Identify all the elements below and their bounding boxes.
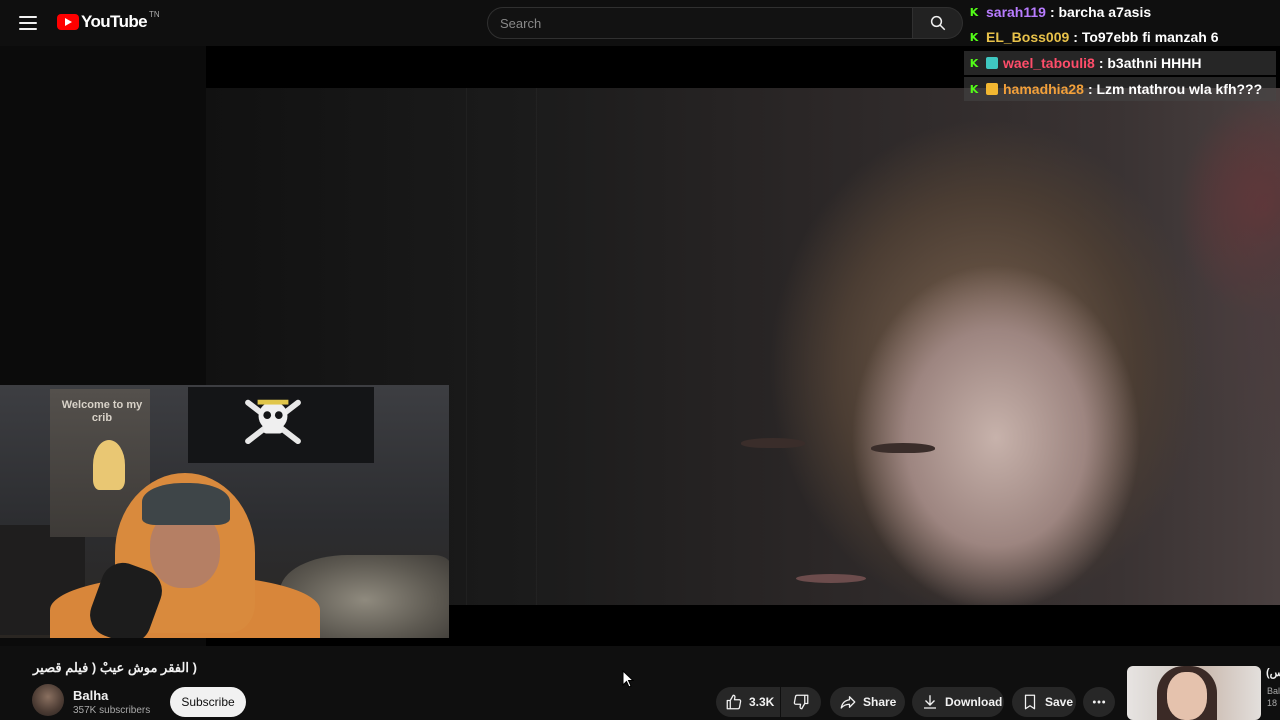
- channel-name[interactable]: Balha: [73, 688, 108, 703]
- poster-text: Welcome to my crib: [61, 399, 143, 424]
- chat-username: wael_tabouli8: [1003, 55, 1095, 71]
- video-mouth: [796, 574, 866, 583]
- search-icon: [930, 15, 945, 31]
- download-icon: [924, 695, 936, 709]
- crown-badge-icon: [986, 83, 998, 95]
- kick-badge-icon: K: [969, 5, 979, 19]
- logo-country-code: TN: [149, 9, 160, 19]
- logo-text: YouTube: [81, 12, 148, 31]
- download-label: Download: [945, 695, 1003, 709]
- video-eye-right: [871, 443, 935, 453]
- subscriber-count: 357K subscribers: [73, 705, 151, 716]
- chat-username: hamadhia28: [1003, 81, 1084, 97]
- video-details: ( الفقر موش عيبْ ( فيلم قصير Balha 357K …: [0, 646, 1280, 720]
- hamburger-menu-icon[interactable]: [16, 11, 40, 35]
- kick-badge-icon: K: [969, 56, 979, 70]
- channel-avatar[interactable]: [32, 684, 64, 716]
- chat-text: : Lzm ntathrou wla kfh???: [1087, 81, 1263, 97]
- chat-message: K wael_tabouli8 : b3athni HHHH: [964, 51, 1276, 75]
- streamer-webcam: Welcome to my crib: [0, 385, 449, 638]
- video-title: ( الفقر موش عيبْ ( فيلم قصير: [33, 660, 197, 675]
- recommended-video-thumbnail[interactable]: [1127, 666, 1261, 720]
- video-player[interactable]: Welcome to my crib: [0, 46, 1280, 646]
- search-button[interactable]: [913, 7, 963, 39]
- kick-badge-icon: K: [969, 82, 979, 96]
- share-icon: [840, 696, 856, 709]
- dislike-button[interactable]: [781, 687, 821, 717]
- youtube-play-icon: [57, 14, 79, 30]
- like-button[interactable]: 3.3K: [716, 687, 780, 717]
- chat-text: : To97ebb fi manzah 6: [1073, 29, 1219, 45]
- chat-overlay: K sarah119 : barcha a7asis K EL_Boss009 …: [964, 0, 1276, 103]
- sub-badge-icon: [986, 57, 998, 69]
- download-button[interactable]: Download: [912, 687, 1004, 717]
- save-button[interactable]: Save: [1012, 687, 1076, 717]
- video-eye-left: [741, 438, 805, 448]
- recommended-video-meta: Bal 18: [1267, 685, 1280, 709]
- chat-text: : barcha a7asis: [1049, 4, 1152, 20]
- bookmark-icon: [1024, 694, 1036, 710]
- skull-icon: [245, 399, 301, 445]
- streamer-beanie: [142, 483, 230, 525]
- chat-username: EL_Boss009: [986, 29, 1070, 45]
- share-button[interactable]: Share: [830, 687, 905, 717]
- chat-message: K EL_Boss009 : To97ebb fi manzah 6: [964, 25, 1219, 49]
- recommended-video-title[interactable]: (بنس: [1266, 666, 1280, 679]
- share-label: Share: [863, 695, 897, 709]
- chat-username: sarah119: [986, 4, 1046, 20]
- thumbs-up-icon: [726, 694, 742, 710]
- search-input[interactable]: [488, 8, 912, 38]
- recommended-channel: Bal: [1267, 686, 1280, 696]
- thumbs-down-icon: [793, 694, 809, 710]
- more-actions-button[interactable]: [1083, 687, 1115, 717]
- kick-badge-icon: K: [969, 30, 979, 44]
- recommended-views: 18: [1267, 698, 1278, 708]
- more-horizontal-icon: [1092, 700, 1106, 704]
- like-count: 3.3K: [749, 695, 775, 709]
- chat-message: K sarah119 : barcha a7asis: [964, 0, 1151, 24]
- youtube-logo[interactable]: YouTube TN: [57, 9, 160, 32]
- search-box: [487, 7, 913, 39]
- chat-message: K hamadhia28 : Lzm ntathrou wla kfh???: [964, 77, 1276, 101]
- subscribe-button[interactable]: Subscribe: [170, 687, 246, 717]
- chat-text: : b3athni HHHH: [1098, 55, 1202, 71]
- save-label: Save: [1045, 695, 1074, 709]
- mouse-cursor-icon: [622, 670, 634, 688]
